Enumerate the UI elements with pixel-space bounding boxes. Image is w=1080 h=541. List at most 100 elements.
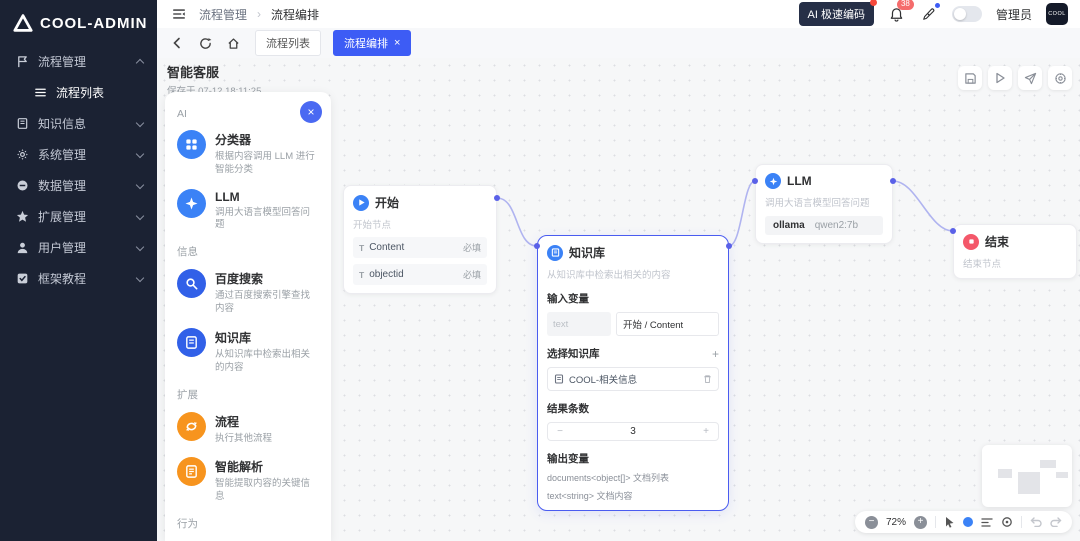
save-flow-button[interactable]	[958, 66, 982, 90]
palette-item-name: 知识库	[215, 328, 319, 346]
palette-item[interactable]: 流程执行其他流程	[177, 412, 319, 446]
palette-item[interactable]: LLM 调用大语言模型回答问题	[177, 189, 319, 233]
start-field-row[interactable]: TContent必填	[353, 237, 487, 258]
result-count-label: 结果条数	[547, 401, 719, 416]
palette-item-desc: 执行其他流程	[215, 433, 272, 446]
sidebar-item-4[interactable]: 数据管理	[0, 170, 157, 201]
tab-process-editor[interactable]: 流程编排 ×	[333, 30, 411, 56]
add-knowledge-base-button[interactable]: +	[712, 347, 719, 361]
stepper-plus-button[interactable]: +	[694, 423, 718, 440]
send-icon	[1024, 72, 1037, 85]
fit-view-button[interactable]	[1001, 516, 1013, 528]
back-button[interactable]	[167, 33, 187, 53]
header-actions: AI 极速编码 38 管理员 COOL	[799, 2, 1068, 26]
chevron-down-icon	[136, 242, 144, 250]
book-icon	[15, 117, 29, 131]
breadcrumb-item[interactable]: 流程管理	[199, 6, 247, 23]
palette-item-name: LLM	[215, 189, 319, 204]
palette-close-button[interactable]: ×	[300, 101, 322, 123]
node-start[interactable]: 开始 开始节点 TContent必填Tobjectid必填	[343, 185, 497, 294]
chevron-down-icon	[136, 273, 144, 281]
run-flow-button[interactable]	[988, 66, 1012, 90]
breadcrumb-separator: ›	[257, 7, 261, 21]
palette-item-name: 百度搜索	[215, 269, 319, 287]
tab-process-list[interactable]: 流程列表	[255, 30, 321, 56]
stepper-value[interactable]: 3	[572, 423, 694, 440]
port-end-in[interactable]	[950, 228, 956, 234]
dark-mode-toggle[interactable]	[952, 6, 982, 22]
palette-item[interactable]: 智能解析智能提取内容的关键信息	[177, 457, 319, 504]
sidebar-item-1[interactable]: 流程列表	[0, 77, 157, 108]
status-dot	[935, 3, 940, 8]
select-tool-button[interactable]	[944, 516, 955, 528]
port-start-out[interactable]	[494, 195, 500, 201]
user-icon	[15, 241, 29, 255]
port-llm-in[interactable]	[752, 178, 758, 184]
port-llm-out[interactable]	[890, 178, 896, 184]
redo-button[interactable]	[1050, 517, 1062, 527]
chevron-down-icon	[136, 180, 144, 188]
sidebar-item-3[interactable]: 系统管理	[0, 139, 157, 170]
home-button[interactable]	[223, 33, 243, 53]
sidebar-item-0[interactable]: 流程管理	[0, 46, 157, 77]
close-tab-icon[interactable]: ×	[394, 38, 400, 49]
palette-item[interactable]: 分类器根据内容调用 LLM 进行智能分类	[177, 130, 319, 177]
input-var-name-field[interactable]	[547, 312, 611, 336]
publish-flow-button[interactable]	[1018, 66, 1042, 90]
delete-kb-icon[interactable]	[703, 374, 712, 384]
chevron-up-icon	[136, 59, 144, 67]
knowledge-base-item[interactable]: COOL-相关信息	[547, 367, 719, 391]
palette-item-name: 分类器	[215, 130, 319, 148]
sidebar-item-2[interactable]: 知识信息	[0, 108, 157, 139]
input-vars-label: 输入变量	[547, 291, 719, 306]
ai-quick-code-button[interactable]: AI 极速编码	[799, 2, 874, 26]
zoom-toolbar: − 72% +	[855, 511, 1072, 533]
notifications-button[interactable]: 38	[888, 5, 906, 23]
pan-tool-button[interactable]	[963, 517, 973, 527]
zoom-in-button[interactable]: +	[914, 516, 927, 529]
stepper-minus-button[interactable]: −	[548, 423, 572, 440]
sidebar-item-6[interactable]: 用户管理	[0, 232, 157, 263]
llm-model-pill[interactable]: ollama qwen2:7b	[765, 216, 883, 235]
palette-item-desc: 调用大语言模型回答问题	[215, 207, 319, 233]
theme-pen-button[interactable]	[920, 5, 938, 23]
avatar[interactable]: COOL	[1046, 3, 1068, 25]
port-knowledge-in[interactable]	[534, 243, 540, 249]
minimap[interactable]	[982, 445, 1072, 507]
undo-button[interactable]	[1030, 517, 1042, 527]
zoom-level: 72%	[886, 517, 906, 528]
sidebar-item-label: 系统管理	[38, 146, 86, 163]
collapse-menu-icon[interactable]	[169, 4, 189, 24]
start-field-row[interactable]: Tobjectid必填	[353, 264, 487, 285]
main-area: 流程管理 › 流程编排 AI 极速编码 38 管理	[157, 0, 1080, 541]
refresh-button[interactable]	[195, 33, 215, 53]
play-icon	[994, 72, 1006, 84]
classifier-icon	[177, 130, 206, 159]
palette-item[interactable]: 知识库从知识库中检索出相关的内容	[177, 328, 319, 375]
flow-settings-button[interactable]	[1048, 66, 1072, 90]
port-knowledge-out[interactable]	[726, 243, 732, 249]
node-llm[interactable]: LLM 调用大语言模型回答问题 ollama qwen2:7b	[755, 164, 893, 244]
breadcrumb-item-current: 流程编排	[271, 6, 319, 23]
node-end[interactable]: 结束 结束节点	[953, 224, 1077, 279]
node-knowledge[interactable]: 知识库 从知识库中检索出相关的内容 输入变量 开始 / Content 选择知识…	[537, 235, 729, 511]
sidebar-item-label: 用户管理	[38, 239, 86, 256]
field-name: objectid	[369, 269, 403, 280]
palette-category-label: 扩展	[177, 387, 319, 402]
sidebar-item-label: 框架教程	[38, 270, 86, 287]
zoom-out-button[interactable]: −	[865, 516, 878, 529]
baidu-search-icon	[177, 269, 206, 298]
auto-layout-button[interactable]	[981, 517, 993, 528]
pen-icon	[922, 7, 936, 21]
flow-canvas[interactable]: 智能客服 保存于 07-12 18:11:25 × AI分类器根据内容调用 LL…	[157, 58, 1080, 541]
kb-select-label: 选择知识库 +	[547, 346, 719, 361]
sidebar-item-7[interactable]: 框架教程	[0, 263, 157, 294]
knowledge-outputs: documents<object[]> 文档列表text<string> 文档内…	[547, 471, 719, 502]
sidebar-item-label: 流程管理	[38, 53, 86, 70]
locate-icon	[1001, 516, 1013, 528]
palette-item-name: 流程	[215, 412, 272, 430]
input-var-source-select[interactable]: 开始 / Content	[616, 312, 719, 336]
flow-title: 智能客服	[167, 62, 261, 81]
palette-item[interactable]: 百度搜索通过百度搜索引擎查找内容	[177, 269, 319, 316]
sidebar-item-5[interactable]: 扩展管理	[0, 201, 157, 232]
